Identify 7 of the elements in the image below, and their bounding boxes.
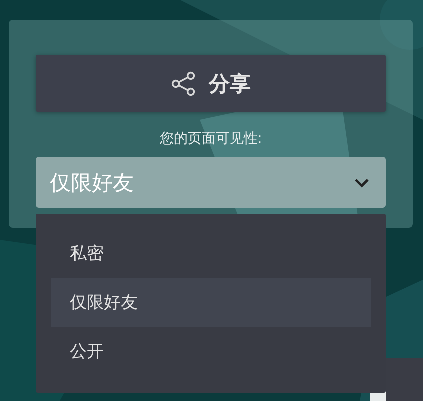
dropdown-option[interactable]: 公开 — [51, 327, 371, 376]
dropdown-option[interactable]: 仅限好友 — [51, 278, 371, 327]
dropdown-option[interactable]: 私密 — [51, 229, 371, 278]
visibility-label: 您的页面可见性: — [160, 130, 262, 148]
share-icon — [171, 70, 197, 96]
chevron-down-icon — [354, 178, 370, 188]
share-button[interactable]: 分享 — [36, 55, 386, 112]
